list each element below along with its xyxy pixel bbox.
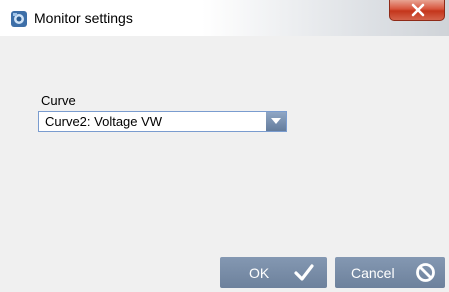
checkmark-icon — [294, 264, 314, 281]
curve-selected-value: Curve2: Voltage VW — [45, 114, 163, 129]
title-bar: Monitor settings — [0, 0, 449, 36]
app-icon — [10, 10, 28, 28]
ok-button[interactable]: OK — [220, 257, 327, 288]
cancel-button-label: Cancel — [351, 265, 395, 281]
cancel-button[interactable]: Cancel — [335, 257, 445, 288]
window-title: Monitor settings — [34, 10, 133, 26]
prohibited-icon — [416, 263, 435, 282]
close-button[interactable] — [389, 0, 445, 21]
close-icon — [411, 3, 425, 17]
monitor-settings-dialog: Monitor settings Curve Curve2: Voltage V… — [0, 0, 449, 292]
ok-button-label: OK — [249, 265, 270, 281]
dialog-content: Curve Curve2: Voltage VW OK Cancel — [0, 36, 449, 292]
curve-dropdown[interactable]: Curve2: Voltage VW — [38, 111, 287, 132]
dropdown-toggle[interactable] — [266, 112, 286, 131]
curve-label: Curve — [41, 93, 76, 108]
chevron-down-icon — [271, 118, 281, 124]
